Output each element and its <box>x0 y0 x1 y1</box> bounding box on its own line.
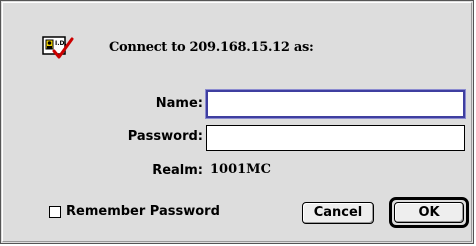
password-field[interactable] <box>206 125 465 151</box>
cancel-button[interactable]: Cancel <box>302 202 374 224</box>
password-label: Password: <box>127 129 203 144</box>
connect-dialog: I.D. Connect to 209.168.15.12 as: Name: … <box>0 0 474 244</box>
name-label: Name: <box>155 96 203 111</box>
svg-text:I.D.: I.D. <box>55 40 67 47</box>
realm-value: 1001MC <box>210 162 271 177</box>
name-field[interactable] <box>205 89 466 119</box>
id-card-check-icon: I.D. <box>42 36 74 59</box>
remember-password-checkbox[interactable] <box>49 206 61 218</box>
name-input[interactable] <box>208 92 463 116</box>
password-input[interactable] <box>207 126 464 150</box>
remember-password-label[interactable]: Remember Password <box>66 204 220 219</box>
ok-button[interactable]: OK <box>394 202 464 223</box>
realm-label: Realm: <box>152 163 203 178</box>
connect-header: Connect to 209.168.15.12 as: <box>109 40 314 55</box>
